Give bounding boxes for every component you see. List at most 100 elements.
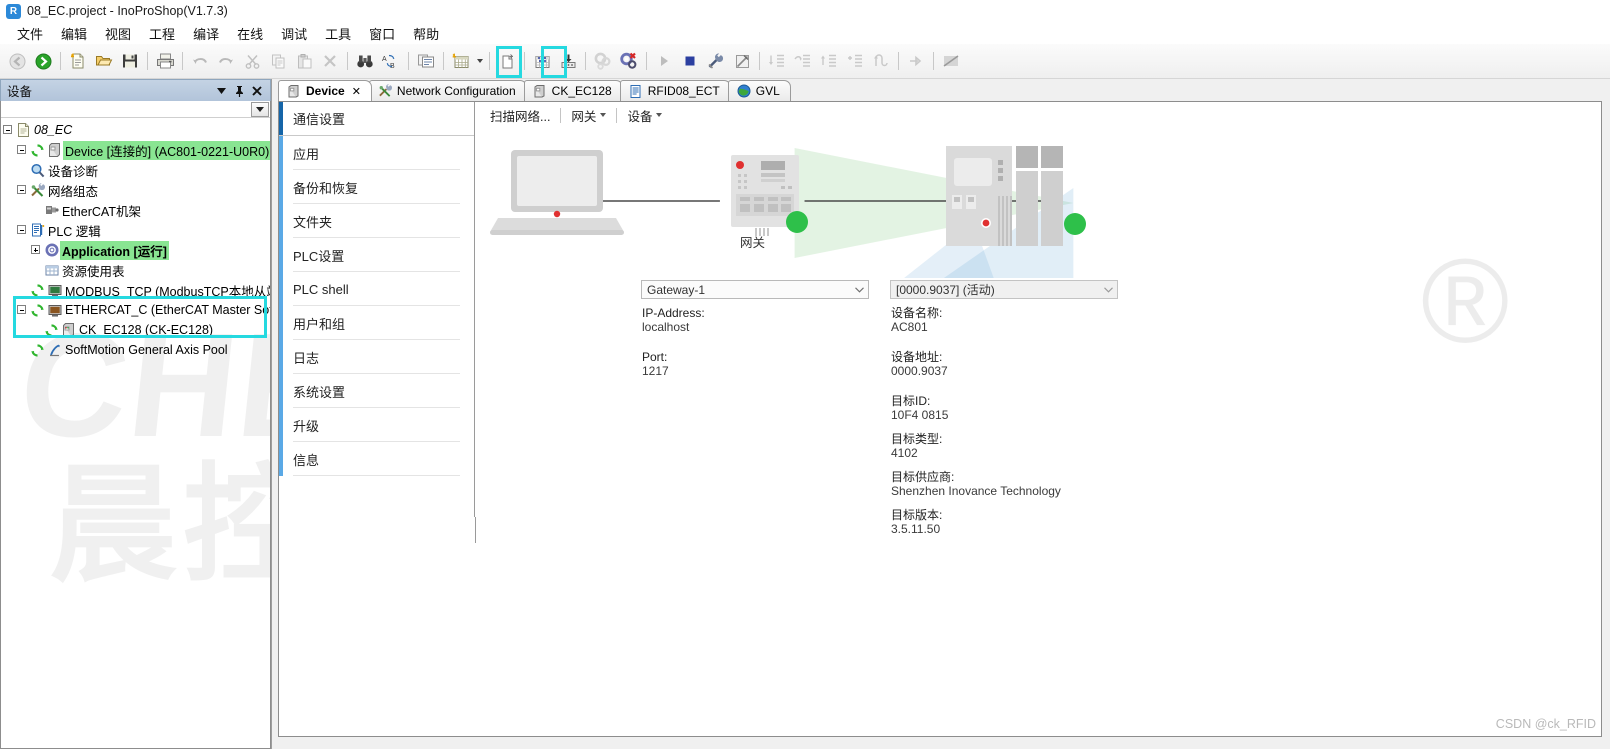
pin-icon[interactable] <box>230 83 248 99</box>
toolbar-separator <box>443 52 444 70</box>
menu-tools[interactable]: 工具 <box>316 22 360 45</box>
run-to-cursor-icon[interactable] <box>842 48 868 74</box>
nav-item-communication-settings[interactable]: 通信设置 <box>279 102 474 136</box>
menu-view[interactable]: 视图 <box>96 22 140 45</box>
save-icon[interactable] <box>117 48 143 74</box>
build-grid-icon[interactable] <box>448 48 474 74</box>
device-select[interactable]: [0000.9037] (活动) <box>890 280 1118 299</box>
step-over-icon[interactable] <box>790 48 816 74</box>
nav-item-system-settings[interactable]: 系统设置 <box>279 374 474 408</box>
breakpoint-disabled-icon[interactable] <box>938 48 964 74</box>
menu-edit[interactable]: 编辑 <box>52 22 96 45</box>
tree-item-diagnostics[interactable]: 设备诊断 <box>1 160 270 180</box>
run-play-icon[interactable] <box>651 48 677 74</box>
modbus-device-icon <box>46 280 63 300</box>
tab-label: Device <box>306 84 345 98</box>
replace-ab-icon[interactable]: AB <box>378 48 404 74</box>
nav-item-upgrade[interactable]: 升级 <box>279 408 474 442</box>
gateway-select[interactable]: Gateway-1 <box>641 280 869 299</box>
tab-network-configuration[interactable]: Network Configuration <box>369 80 527 101</box>
undo-icon[interactable] <box>187 48 213 74</box>
device-menu-button[interactable]: 设备 <box>619 103 670 128</box>
tree-expander[interactable] <box>1 120 15 140</box>
new-object-icon[interactable] <box>494 48 520 74</box>
tree-item-resource-table[interactable]: 资源使用表 <box>1 260 270 280</box>
refresh-green-icon <box>29 340 46 360</box>
device-tree-body: CHENKONG 晨控智能 08_EC <box>0 101 271 749</box>
gateway-menu-button[interactable]: 网关 <box>563 103 614 128</box>
stop-square-icon[interactable] <box>677 48 703 74</box>
tools-wrench-icon[interactable] <box>703 48 729 74</box>
back-arrow-icon[interactable] <box>4 48 30 74</box>
ck-slave-icon <box>60 320 77 340</box>
nav-item-information[interactable]: 信息 <box>279 442 474 476</box>
menu-project[interactable]: 工程 <box>140 22 184 45</box>
login-gears-icon[interactable] <box>590 48 616 74</box>
tree-item-ethercat-rack[interactable]: EtherCAT机架 <box>1 200 270 220</box>
nav-item-plc-settings[interactable]: PLC设置 <box>279 238 474 272</box>
tree-item-modbus-tcp[interactable]: MODBUS_TCP (ModbusTCP本地从站 <box>1 280 270 300</box>
tab-gvl[interactable]: GVL <box>728 80 791 101</box>
close-icon[interactable] <box>248 83 266 99</box>
set-next-statement-icon[interactable] <box>868 48 894 74</box>
tree-view-dropdown[interactable] <box>251 102 269 117</box>
application-window: 08_EC.project - InoProShop(V1.7.3) 文件 编辑… <box>0 0 1610 749</box>
paste-icon[interactable] <box>291 48 317 74</box>
tree-item-ethercat-master[interactable]: ETHERCAT_C (EtherCAT Master Soft <box>1 300 270 320</box>
nav-item-files[interactable]: 文件夹 <box>279 204 474 238</box>
tree-item-device[interactable]: Device [连接的] (AC801-0221-U0R0) <box>1 140 270 160</box>
build-dropdown-caret-icon[interactable] <box>474 48 485 74</box>
nav-item-application[interactable]: 应用 <box>279 136 474 170</box>
device-download-icon[interactable] <box>555 48 581 74</box>
nav-item-label: 文件夹 <box>293 212 332 231</box>
menu-help[interactable]: 帮助 <box>404 22 448 45</box>
scan-network-button[interactable]: 扫描网络... <box>482 103 558 128</box>
edit-box-icon[interactable] <box>729 48 755 74</box>
menu-online[interactable]: 在线 <box>228 22 272 45</box>
tree-item-network-config[interactable]: 网络组态 <box>1 180 270 200</box>
print-icon[interactable] <box>152 48 178 74</box>
find-binoculars-icon[interactable] <box>352 48 378 74</box>
redo-icon[interactable] <box>213 48 239 74</box>
menu-file[interactable]: 文件 <box>8 22 52 45</box>
tree-expander[interactable] <box>15 220 29 240</box>
tree-expander[interactable] <box>29 240 43 260</box>
nav-item-users-groups[interactable]: 用户和组 <box>279 306 474 340</box>
delete-x-icon[interactable] <box>317 48 343 74</box>
tree-expander[interactable] <box>15 140 29 160</box>
tab-label: CK_EC128 <box>552 84 612 98</box>
nav-item-backup-restore[interactable]: 备份和恢复 <box>279 170 474 204</box>
tab-ck-ec128[interactable]: CK_EC128 <box>524 80 623 101</box>
dropdown-icon[interactable] <box>212 83 230 99</box>
step-into-icon[interactable] <box>764 48 790 74</box>
menu-window[interactable]: 窗口 <box>360 22 404 45</box>
step-out-icon[interactable] <box>816 48 842 74</box>
target-version-value: 3.5.11.50 <box>891 522 940 536</box>
tab-rfid08-ect[interactable]: RFID08_ECT <box>620 80 731 101</box>
tree-expander[interactable] <box>15 180 29 200</box>
cut-scissors-icon[interactable] <box>239 48 265 74</box>
device-grid-blue-icon[interactable] <box>529 48 555 74</box>
copy-icon[interactable] <box>265 48 291 74</box>
tab-close-icon[interactable]: ✕ <box>352 85 361 98</box>
tree-item-plc-logic[interactable]: PLC 逻辑 <box>1 220 270 240</box>
nav-item-plc-shell[interactable]: PLC shell <box>279 272 474 306</box>
tree-item-ck-ec128[interactable]: CK_EC128 (CK-EC128) <box>1 320 270 340</box>
tree-expander[interactable] <box>15 300 29 320</box>
tree-item-softmotion-axis-pool[interactable]: SoftMotion General Axis Pool <box>1 340 270 360</box>
nav-item-log[interactable]: 日志 <box>279 340 474 374</box>
next-arrow-icon[interactable] <box>903 48 929 74</box>
tree-item-application[interactable]: Application [运行] <box>1 240 270 260</box>
logout-gear-red-x-icon[interactable] <box>616 48 642 74</box>
toolbar-separator <box>646 52 647 70</box>
new-project-icon[interactable] <box>65 48 91 74</box>
open-folder-icon[interactable] <box>91 48 117 74</box>
properties-icon[interactable] <box>413 48 439 74</box>
port-field: Port: 1217 <box>642 350 669 378</box>
tree-item-project[interactable]: 08_EC <box>1 120 270 140</box>
target-id-value: 10F4 0815 <box>891 408 948 422</box>
tab-device[interactable]: Device ✕ <box>278 80 372 101</box>
menu-build[interactable]: 编译 <box>184 22 228 45</box>
forward-arrow-icon[interactable] <box>30 48 56 74</box>
menu-debug[interactable]: 调试 <box>272 22 316 45</box>
